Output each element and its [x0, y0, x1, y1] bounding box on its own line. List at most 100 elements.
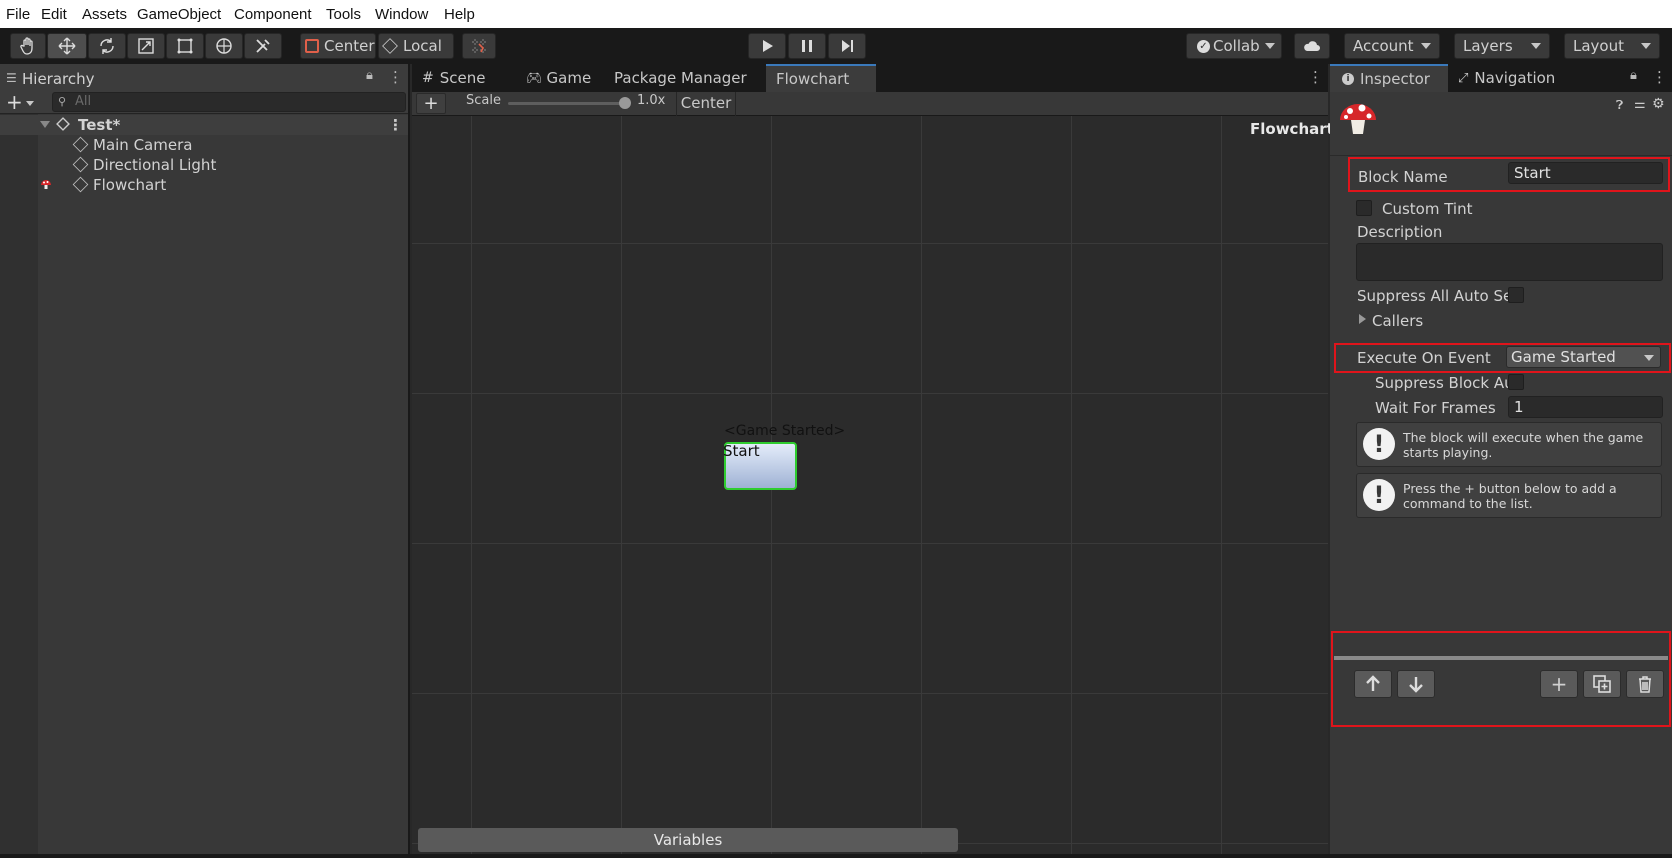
lock-icon[interactable]: 🔒︎: [366, 68, 373, 83]
help-text: Press the + button below to add a comman…: [1403, 481, 1617, 511]
suppress-block-checkbox[interactable]: [1508, 374, 1524, 390]
rotate-icon: [100, 38, 114, 54]
suppress-all-checkbox[interactable]: [1508, 287, 1524, 303]
tab-label: Flowchart: [776, 70, 850, 88]
callers-label[interactable]: Callers: [1372, 312, 1423, 330]
transform-icon: [216, 38, 232, 54]
hierarchy-item[interactable]: Directional Light: [38, 155, 408, 175]
menu-gameobject[interactable]: GameObject: [137, 6, 221, 23]
flowchart-canvas[interactable]: [412, 116, 1328, 858]
inspector-tab-bar: i Inspector ⤢ Navigation 🔒︎ ⋮: [1330, 64, 1672, 92]
wait-for-frames-field[interactable]: 1: [1508, 396, 1663, 418]
collab-label: Collab: [1213, 37, 1260, 55]
move-icon: [58, 37, 76, 55]
chevron-down-icon[interactable]: [26, 101, 34, 106]
center-tab-bar: # Scene 🎮︎ Game Package Manager Flowchar…: [412, 64, 1328, 92]
gamepad-icon: 🎮︎: [526, 70, 543, 86]
variables-button[interactable]: Variables: [418, 828, 958, 852]
layout-label: Layout: [1573, 37, 1624, 55]
menu-edit[interactable]: Edit: [41, 6, 67, 23]
scale-tool-button[interactable]: [127, 33, 165, 59]
scale-label: Scale: [466, 93, 501, 108]
menu-tools[interactable]: Tools: [326, 6, 361, 23]
status-bar: [0, 854, 1672, 858]
cloud-button[interactable]: [1294, 33, 1330, 59]
rotate-tool-button[interactable]: [88, 33, 126, 59]
hierarchy-item[interactable]: Main Camera: [38, 135, 408, 155]
info-bubble-icon: !: [1363, 479, 1395, 511]
tab-package-manager[interactable]: Package Manager: [604, 64, 757, 92]
tab-label: Package Manager: [614, 69, 747, 87]
tab-game[interactable]: 🎮︎ Game: [516, 64, 601, 92]
grid-snap-button[interactable]: [462, 33, 496, 59]
pause-button[interactable]: [788, 33, 826, 59]
menu-window[interactable]: Window: [375, 6, 428, 23]
custom-tint-checkbox[interactable]: [1356, 200, 1372, 216]
pivot-label: Center: [324, 37, 375, 55]
pivot-rotation-toggle[interactable]: Local: [378, 33, 454, 59]
lock-icon[interactable]: 🔒︎: [1630, 68, 1637, 83]
scene-row[interactable]: Test* ⋮: [0, 115, 408, 135]
chevron-down-icon: [1421, 43, 1431, 49]
help-icon[interactable]: ❓︎: [1616, 98, 1623, 113]
help-box: ! The block will execute when the game s…: [1356, 422, 1662, 467]
space-label: Local: [403, 37, 442, 55]
layers-dropdown[interactable]: Layers: [1454, 33, 1550, 59]
more-options-icon[interactable]: ⋮: [1652, 68, 1667, 86]
play-button[interactable]: [748, 33, 786, 59]
pivot-center-toggle[interactable]: Center: [300, 33, 376, 59]
account-dropdown[interactable]: Account: [1344, 33, 1440, 59]
create-dropdown[interactable]: +: [6, 90, 23, 114]
more-options-icon[interactable]: ⋮: [388, 68, 403, 86]
transform-tool-button[interactable]: [205, 33, 243, 59]
layout-dropdown[interactable]: Layout: [1564, 33, 1660, 59]
hierarchy-gutter: [0, 114, 38, 858]
search-icon: ⚲: [58, 95, 67, 108]
tab-flowchart[interactable]: Flowchart: [766, 64, 876, 92]
gameobject-cube-icon: [72, 136, 89, 153]
callers-foldout-arrow-icon[interactable]: [1359, 314, 1366, 324]
expand-arrow-icon[interactable]: [40, 121, 50, 128]
preset-icon[interactable]: ⚌: [1634, 97, 1646, 112]
scene-options-icon[interactable]: ⋮: [388, 116, 403, 134]
scale-slider[interactable]: [508, 102, 630, 105]
highlight-command-buttons: [1331, 631, 1671, 727]
custom-tool-button[interactable]: [244, 33, 282, 59]
tab-inspector[interactable]: i Inspector: [1330, 64, 1448, 92]
move-tool-button[interactable]: [47, 33, 87, 59]
step-icon: [842, 40, 853, 52]
hierarchy-search-input[interactable]: ⚲ All: [52, 92, 406, 112]
chevron-down-icon: [1264, 43, 1275, 49]
more-options-icon[interactable]: ⋮: [1308, 68, 1323, 86]
add-block-button[interactable]: +: [416, 93, 446, 114]
center-view-button[interactable]: Center: [676, 92, 736, 116]
cloud-icon: [1304, 41, 1320, 51]
tab-label: Navigation: [1474, 69, 1556, 87]
menu-component[interactable]: Component: [234, 6, 312, 23]
scale-icon: [138, 38, 154, 54]
description-field[interactable]: [1356, 243, 1663, 281]
tab-label: Scene: [439, 69, 486, 87]
hierarchy-item-label: Directional Light: [93, 156, 217, 174]
hierarchy-item-label: Main Camera: [93, 136, 193, 154]
inspector-divider: [1330, 155, 1672, 156]
mushroom-icon: [1338, 98, 1378, 138]
menu-assets[interactable]: Assets: [82, 6, 127, 23]
gear-icon[interactable]: ⚙: [1652, 96, 1665, 112]
hierarchy-tab[interactable]: ☰ Hierarchy 🔒︎ ⋮: [0, 64, 408, 92]
scene-name: Test*: [78, 116, 121, 134]
step-button[interactable]: [828, 33, 866, 59]
hierarchy-item[interactable]: Flowchart: [38, 175, 408, 195]
menu-file[interactable]: File: [6, 6, 30, 23]
scale-slider-thumb[interactable]: [619, 97, 631, 109]
custom-tint-label: Custom Tint: [1382, 200, 1473, 218]
tab-navigation[interactable]: ⤢ Navigation: [1448, 64, 1565, 92]
hand-tool-button[interactable]: [10, 33, 46, 59]
menu-help[interactable]: Help: [444, 6, 475, 23]
tab-scene[interactable]: # Scene: [412, 64, 495, 92]
rect-tool-button[interactable]: [166, 33, 204, 59]
collab-dropdown[interactable]: ✓ Collab: [1186, 33, 1282, 59]
tab-label: Game: [546, 69, 592, 87]
gameobject-cube-icon: [72, 176, 89, 193]
hand-icon: [20, 37, 33, 55]
